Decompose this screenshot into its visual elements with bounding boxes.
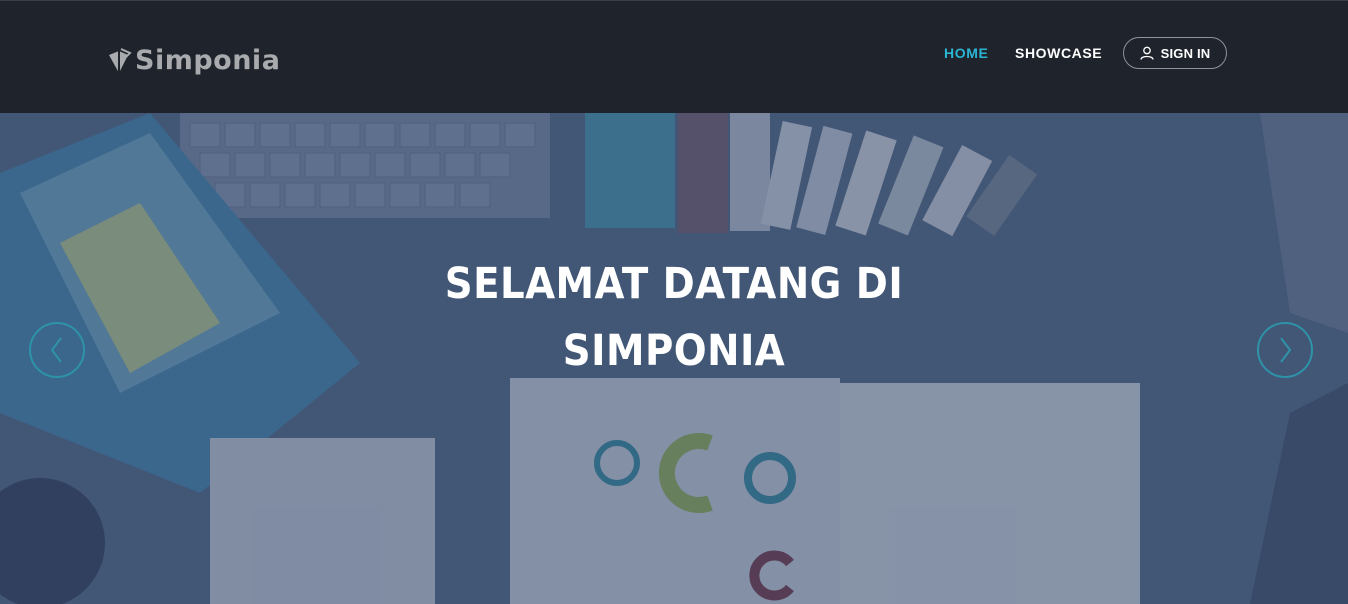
nav-showcase[interactable]: SHOWCASE bbox=[1015, 45, 1102, 61]
top-navbar: Simponia HOME SHOWCASE SIGN IN bbox=[0, 0, 1348, 113]
carousel-next-button[interactable] bbox=[1257, 322, 1313, 378]
carousel-prev-button[interactable] bbox=[29, 322, 85, 378]
nav-home[interactable]: HOME bbox=[944, 45, 988, 61]
book-logo-icon bbox=[109, 47, 132, 73]
hero-title-line-2: SIMPONIA bbox=[562, 326, 786, 376]
chevron-left-icon bbox=[50, 337, 62, 363]
brand-name: Simponia bbox=[135, 45, 281, 76]
chevron-right-icon bbox=[1280, 337, 1292, 363]
brand-link[interactable]: Simponia bbox=[106, 45, 280, 76]
sign-in-label: SIGN IN bbox=[1160, 45, 1211, 61]
sign-in-button[interactable]: SIGN IN bbox=[1123, 37, 1227, 69]
user-icon bbox=[1139, 46, 1154, 60]
hero-title: SELAMAT DATANG DI SIMPONIA bbox=[67, 251, 1280, 385]
hero-carousel: SELAMAT DATANG DI SIMPONIA bbox=[0, 113, 1348, 604]
hero-title-line-1: SELAMAT DATANG DI bbox=[444, 259, 904, 309]
